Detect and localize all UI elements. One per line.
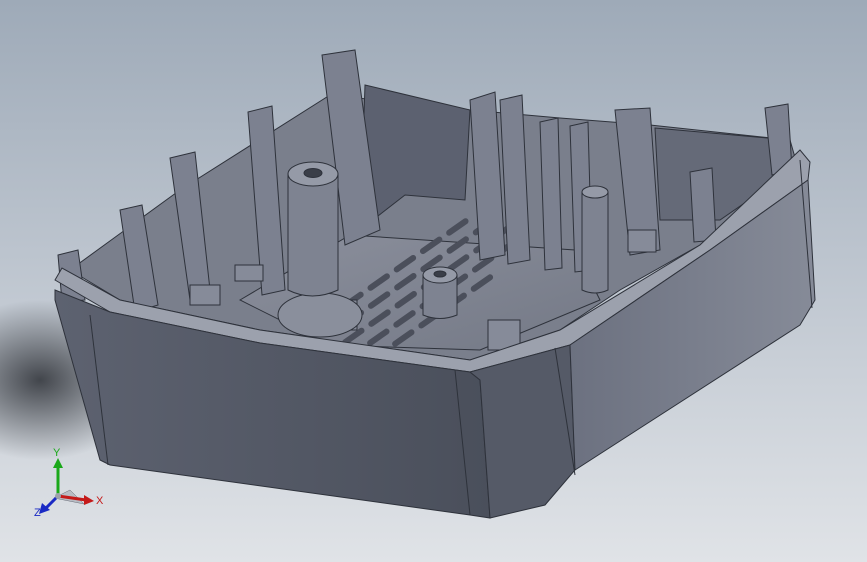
- y-axis-arrow: [53, 458, 63, 468]
- x-axis-label: X: [96, 495, 104, 507]
- x-axis-arrow: [84, 495, 94, 505]
- axis-triad: Y X Z: [34, 446, 114, 518]
- y-axis-label: Y: [53, 447, 61, 459]
- graphics-viewport[interactable]: Y X Z: [0, 0, 867, 562]
- triad-origin: [55, 493, 61, 499]
- z-axis-label: Z: [34, 507, 41, 518]
- model-render: [0, 49, 816, 519]
